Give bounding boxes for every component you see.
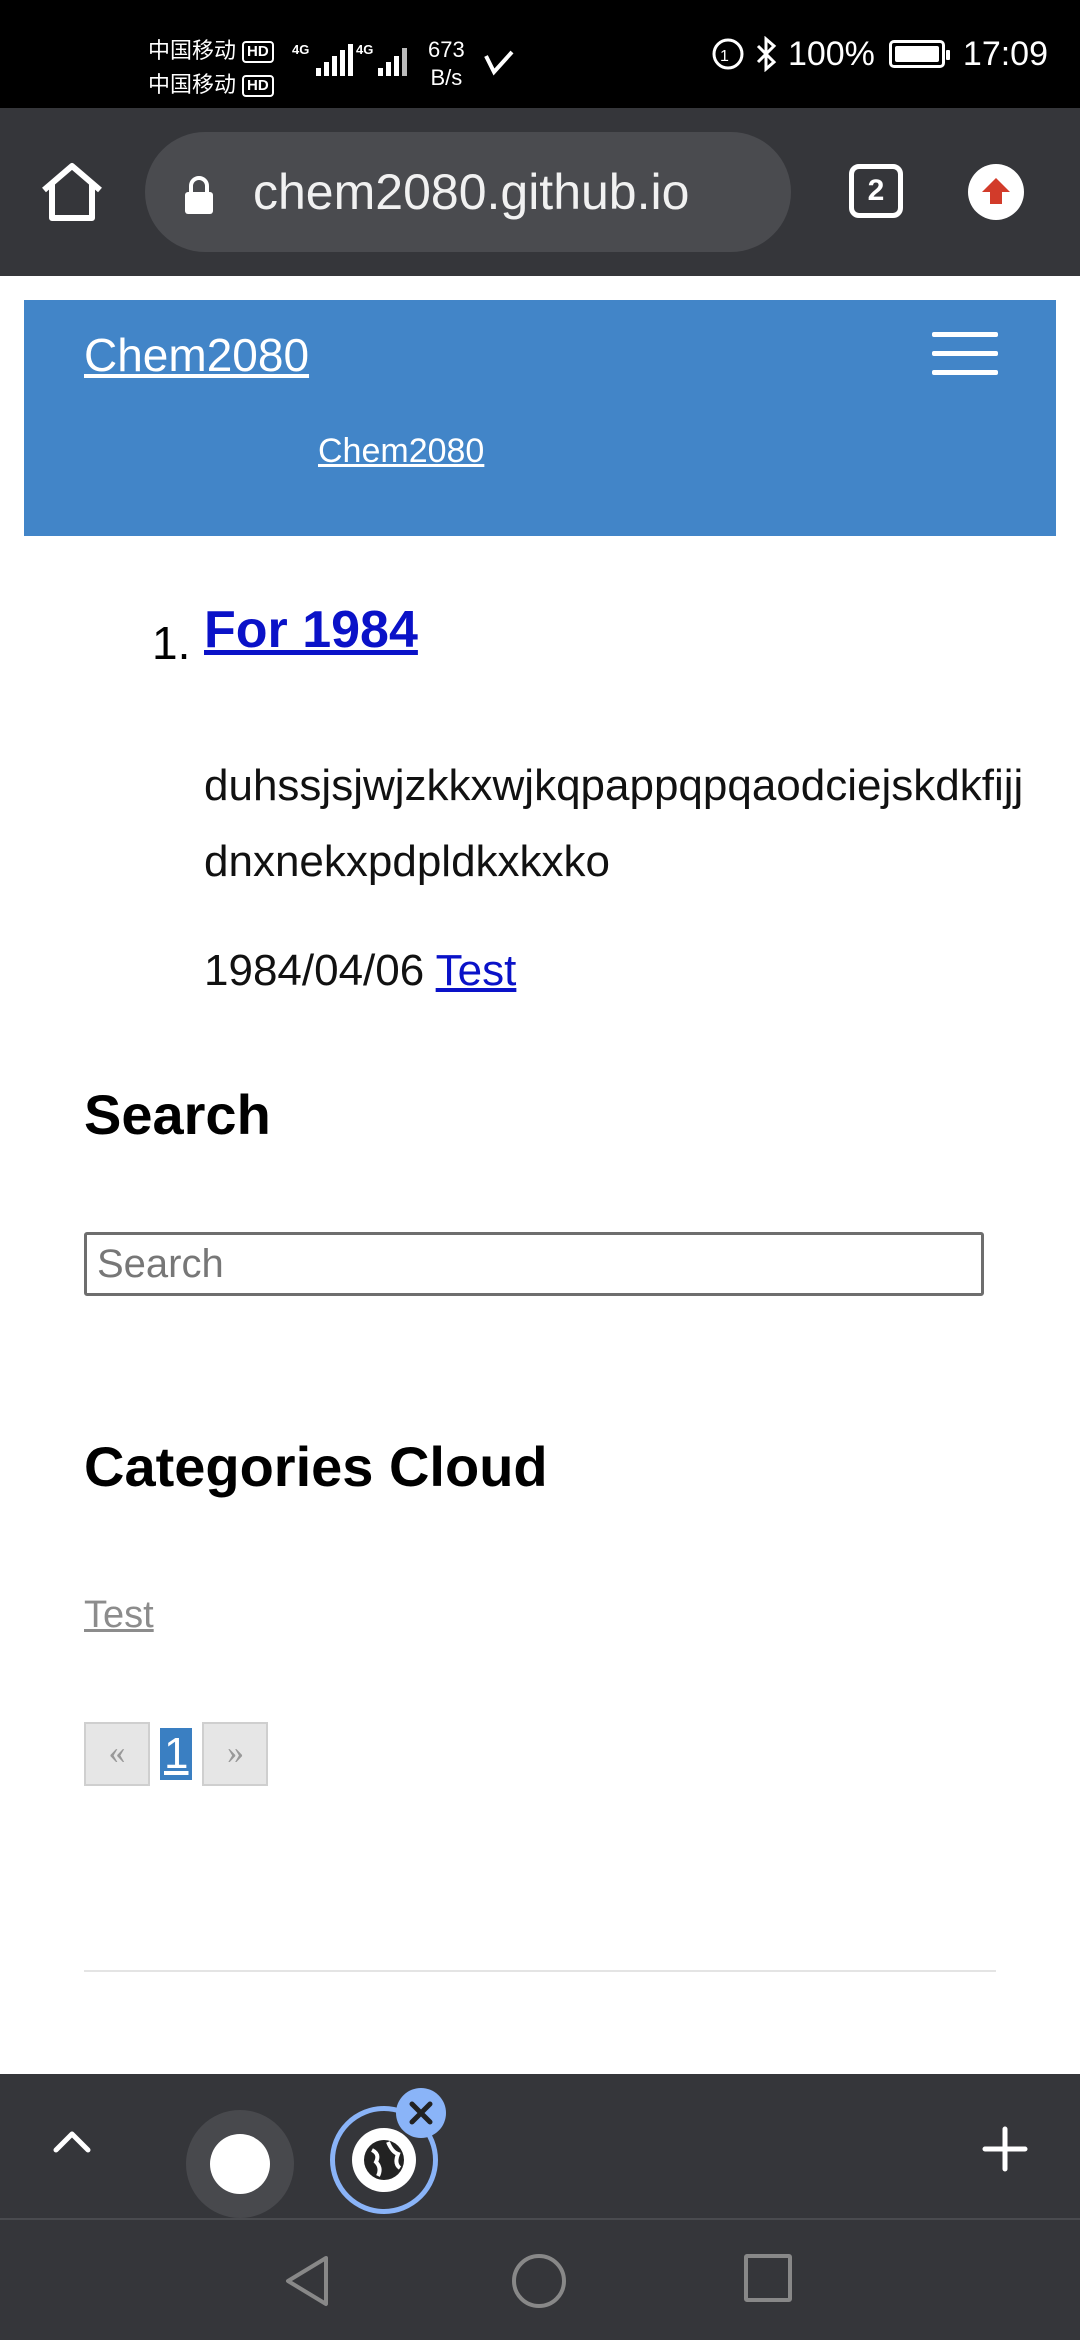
chevron-up-icon[interactable] <box>52 2126 92 2156</box>
bluetooth-icon <box>756 36 777 72</box>
back-icon[interactable] <box>282 2254 332 2308</box>
search-heading: Search <box>84 1083 271 1146</box>
recents-icon[interactable] <box>744 2254 792 2302</box>
svg-text:1: 1 <box>720 48 729 65</box>
lock-icon <box>185 176 213 214</box>
category-tag-test[interactable]: Test <box>84 1594 154 1637</box>
current-page[interactable]: 1 <box>160 1728 193 1780</box>
carrier-2: 中国移动 <box>148 72 237 97</box>
post-title-link[interactable]: For 1984 <box>204 600 418 660</box>
globe-icon <box>364 2140 404 2180</box>
pagination: « 1 » <box>84 1722 269 1786</box>
net-speed: 673 B/s <box>428 37 465 90</box>
status-bar: 中国移动 HD 中国移动 HD 4G 4G 673 B/s 1 100% 17:09 <box>0 0 1080 108</box>
svg-text:4G: 4G <box>356 42 373 57</box>
breadcrumb-link[interactable]: Chem2080 <box>318 432 484 471</box>
carrier-info: 中国移动 HD 中国移动 HD <box>148 34 274 102</box>
browser-toolbar: chem2080.github.io 2 <box>0 108 1080 276</box>
plus-icon[interactable] <box>982 2126 1028 2172</box>
hd-badge: HD <box>242 41 274 64</box>
signal-icon: 4G <box>356 42 407 76</box>
nfc-icon: 1 <box>712 38 744 70</box>
battery-icon <box>888 40 950 68</box>
tab-strip <box>0 2074 1080 2218</box>
home-nav-icon[interactable] <box>512 2254 566 2308</box>
update-button[interactable] <box>968 164 1024 220</box>
site-title-link[interactable]: Chem2080 <box>84 328 309 382</box>
carrier-1: 中国移动 <box>148 38 237 63</box>
home-icon[interactable] <box>38 160 106 224</box>
hamburger-menu-icon[interactable] <box>932 332 998 378</box>
url-text: chem2080.github.io <box>253 164 690 220</box>
post-meta: 1984/04/06 Test <box>204 946 516 996</box>
status-right: 1 100% 17:09 <box>710 30 1048 78</box>
close-tab-button[interactable] <box>396 2088 446 2138</box>
hd-badge: HD <box>242 75 274 98</box>
address-bar[interactable]: chem2080.github.io <box>145 132 791 252</box>
post-excerpt: duhssjsjwjzkkxwjkqpappqpqaodciejskdkfijj… <box>204 761 1024 886</box>
prev-page-button[interactable]: « <box>84 1722 150 1786</box>
post-category-link[interactable]: Test <box>436 946 517 995</box>
clock: 17:09 <box>962 34 1048 73</box>
vpn-icon <box>484 50 514 76</box>
tab-thumbnail[interactable] <box>186 2110 294 2218</box>
site-header: Chem2080 Chem2080 <box>24 300 1056 536</box>
divider <box>84 1970 996 1972</box>
svg-text:4G: 4G <box>292 42 309 57</box>
signal-icon: 4G <box>292 42 353 76</box>
post-number: 1. <box>152 617 191 669</box>
post-date: 1984/04/06 <box>204 946 425 995</box>
tab-switcher-button[interactable]: 2 <box>849 164 903 218</box>
categories-heading: Categories Cloud <box>84 1435 548 1498</box>
next-page-button[interactable]: » <box>202 1722 269 1786</box>
update-arrow-icon <box>982 178 1010 204</box>
close-icon <box>409 2101 433 2125</box>
system-nav-bar <box>0 2218 1080 2340</box>
battery-percent: 100% <box>787 34 875 73</box>
search-input[interactable] <box>84 1232 984 1296</box>
